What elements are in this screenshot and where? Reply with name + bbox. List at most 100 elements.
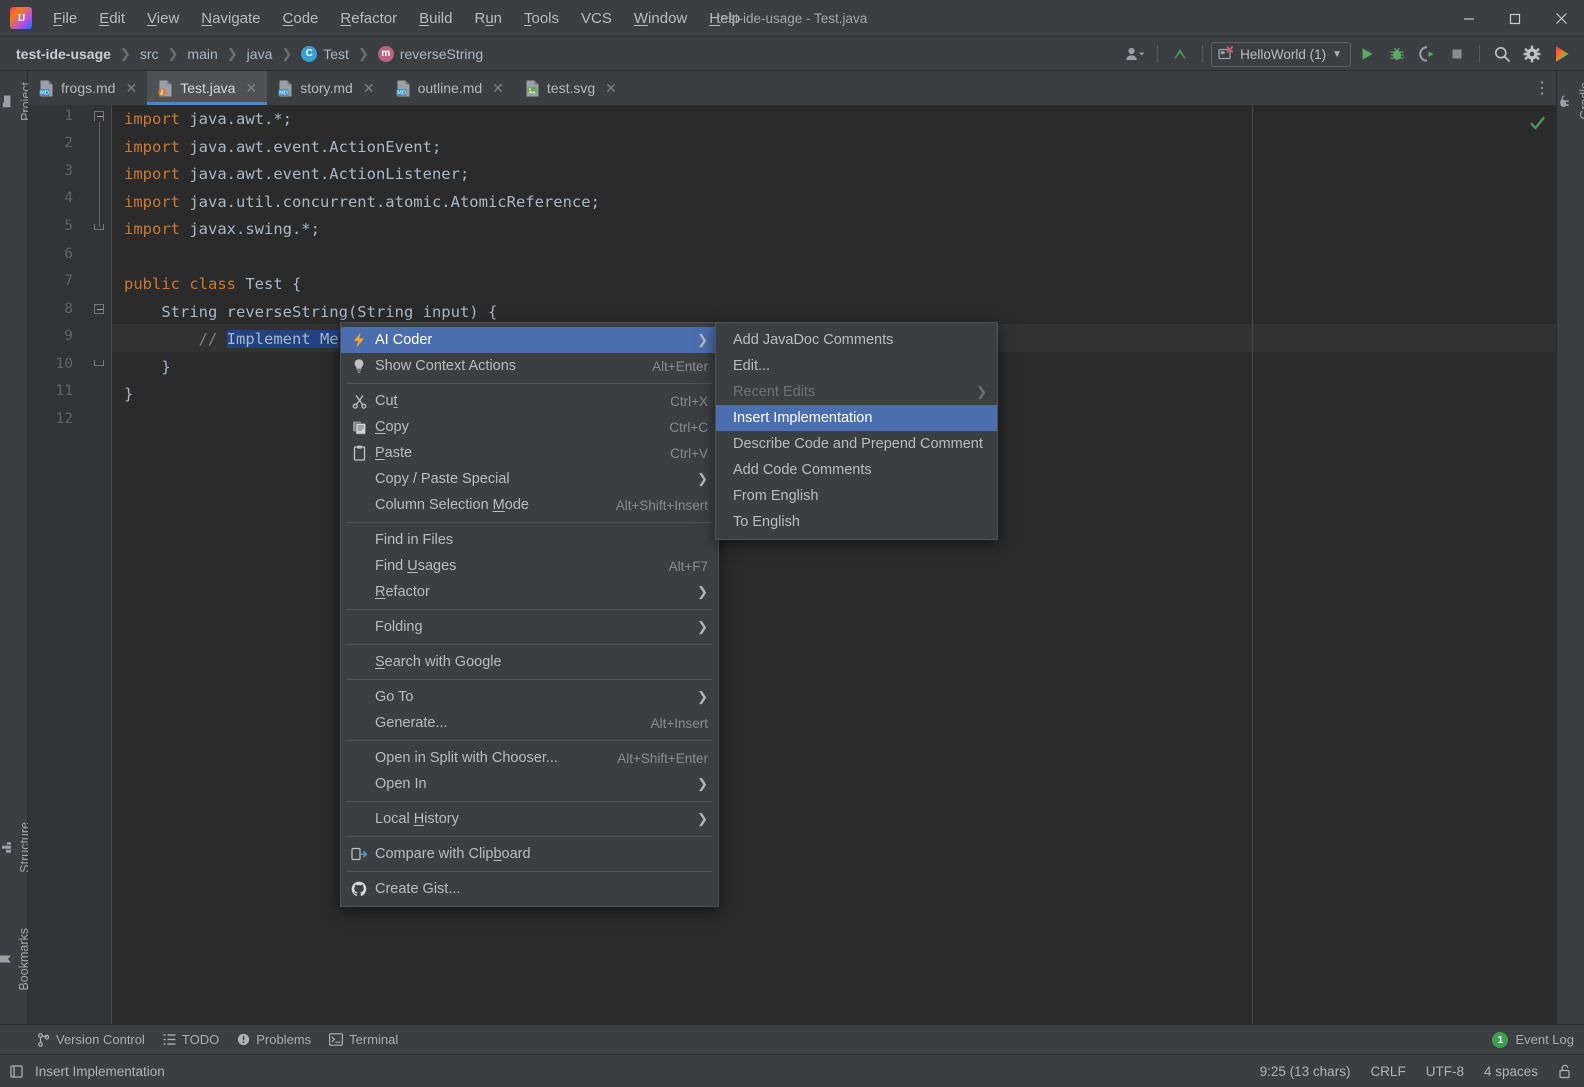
breadcrumb-class-test[interactable]: C Test [299,44,351,64]
inspection-status-ok-icon[interactable] [1529,115,1546,132]
editor-context-menu[interactable]: AI Coder ❯ Show Context Actions Alt+Ente… [340,322,719,907]
submenu-item-edit[interactable]: Edit... [716,353,997,379]
sidebar-item-gradle[interactable]: Gradle [1557,75,1584,127]
breadcrumb-main[interactable]: main [185,44,219,64]
submenu-item-describe-code-and-prepend-comment[interactable]: Describe Code and Prepend Comment [716,431,997,457]
breadcrumb-method-reversestring[interactable]: m reverseString [376,44,485,64]
editor-tab-test-svg[interactable]: test.svg ✕ [514,71,627,105]
context-menu-item-cut[interactable]: Cut Ctrl+X [341,388,718,414]
sidebar-item-bookmarks[interactable]: Bookmarks [0,921,28,998]
line-separator[interactable]: CRLF [1370,1064,1405,1079]
context-menu-item-go-to[interactable]: Go To ❯ [341,684,718,710]
editor-gutter[interactable]: 1 2 3 4 5 6 7 8 9 10 11 12 [28,105,112,1024]
submenu-label: To English [733,514,987,530]
sidebar-item-project[interactable]: Project [0,75,28,128]
close-button[interactable] [1538,0,1584,37]
run-icon[interactable] [1353,41,1381,67]
context-menu-item-find-usages[interactable]: Find Usages Alt+F7 [341,553,718,579]
menu-edit[interactable]: Edit [88,6,136,31]
submenu-item-to-english[interactable]: To English [716,509,997,535]
problems-icon [237,1033,250,1046]
run-configuration-selector[interactable]: HelloWorld (1) ▼ [1211,42,1351,67]
fold-marker-imports[interactable] [94,111,105,122]
user-account-icon[interactable] [1121,41,1149,67]
code-editor[interactable]: 1 2 3 4 5 6 7 8 9 10 11 12 import java.a… [28,105,1556,1024]
menu-run[interactable]: Run [463,6,513,31]
menu-refactor[interactable]: Refactor [329,6,408,31]
memory-indicator-icon[interactable] [10,1064,25,1079]
fold-marker-method-end[interactable] [94,360,105,371]
close-tab-icon[interactable]: ✕ [363,80,375,97]
stop-icon[interactable] [1443,41,1471,67]
ai-assistant-icon[interactable] [1548,41,1576,67]
context-menu-item-ai-coder[interactable]: AI Coder ❯ [341,327,718,353]
menu-tools[interactable]: Tools [513,6,570,31]
menu-view[interactable]: View [136,6,190,31]
update-project-icon[interactable] [1166,41,1194,67]
context-menu-item-local-history[interactable]: Local History ❯ [341,806,718,832]
editor-tab-frogs-md[interactable]: MD frogs.md ✕ [28,71,147,105]
context-menu-item-copy-paste-special[interactable]: Copy / Paste Special ❯ [341,466,718,492]
markdown-file-icon: MD [396,80,411,97]
file-encoding[interactable]: UTF-8 [1426,1064,1464,1079]
breadcrumb-src[interactable]: src [138,44,161,64]
search-everywhere-icon[interactable] [1488,41,1516,67]
menu-code[interactable]: Code [272,6,330,31]
menu-navigate[interactable]: Navigate [190,6,271,31]
context-menu-separator [347,740,712,741]
indent-setting[interactable]: 4 spaces [1484,1064,1538,1079]
breadcrumb-java[interactable]: java [245,44,275,64]
line-number: 7 [43,273,73,289]
context-menu-item-refactor[interactable]: Refactor ❯ [341,579,718,605]
tool-window-version-control[interactable]: Version Control [28,1029,154,1050]
context-menu-item-show-context-actions[interactable]: Show Context Actions Alt+Enter [341,353,718,379]
editor-tab-outline-md[interactable]: MD outline.md ✕ [385,71,514,105]
close-tab-icon[interactable]: ✕ [125,80,137,97]
editor-tabs-options-icon[interactable]: ⋮ [1528,71,1556,105]
submenu-item-from-english[interactable]: From English [716,483,997,509]
unlocked-icon[interactable] [1558,1064,1572,1079]
submenu-item-insert-implementation[interactable]: Insert Implementation [716,405,997,431]
editor-tab-test-java[interactable]: Test.java ✕ [147,71,267,105]
menu-window[interactable]: Window [623,6,698,31]
context-menu-item-create-gist[interactable]: Create Gist... [341,876,718,902]
tool-window-problems[interactable]: Problems [228,1029,320,1050]
context-menu-item-open-in-split-with-chooser[interactable]: Open in Split with Chooser... Alt+Shift+… [341,745,718,771]
context-menu-item-search-with-google[interactable]: Search with Google [341,649,718,675]
context-menu-item-generate[interactable]: Generate... Alt+Insert [341,710,718,736]
debug-icon[interactable] [1383,41,1411,67]
submenu-item-add-javadoc-comments[interactable]: Add JavaDoc Comments [716,327,997,353]
minimize-button[interactable] [1446,0,1492,37]
close-tab-icon[interactable]: ✕ [492,80,504,97]
fold-marker-method[interactable] [94,304,105,315]
submenu-item-add-code-comments[interactable]: Add Code Comments [716,457,997,483]
breadcrumb-separator-icon: ❯ [113,46,138,62]
menu-vcs[interactable]: VCS [570,6,623,31]
context-menu-item-folding[interactable]: Folding ❯ [341,614,718,640]
breadcrumb-project[interactable]: test-ide-usage [14,44,113,64]
maximize-button[interactable] [1492,0,1538,37]
context-menu-item-find-in-files[interactable]: Find in Files [341,527,718,553]
context-menu-item-paste[interactable]: Paste Ctrl+V [341,440,718,466]
main-toolbar: HelloWorld (1) ▼ [1121,37,1576,71]
context-menu-item-column-selection-mode[interactable]: Column Selection Mode Alt+Shift+Insert [341,492,718,518]
tool-window-todo[interactable]: TODO [154,1029,228,1050]
caret-position[interactable]: 9:25 (13 chars) [1260,1064,1351,1079]
editor-tab-story-md[interactable]: MD story.md ✕ [267,71,384,105]
context-menu-item-copy[interactable]: Copy Ctrl+C [341,414,718,440]
tool-window-terminal[interactable]: Terminal [320,1029,407,1050]
context-menu-label: Generate... [375,715,633,731]
close-tab-icon[interactable]: ✕ [605,80,617,97]
close-tab-icon[interactable]: ✕ [245,80,257,97]
event-log-button[interactable]: 1 Event Log [1492,1032,1574,1048]
context-menu-item-compare-with-clipboard[interactable]: Compare with Clipboard [341,841,718,867]
code-content[interactable]: import java.awt.*; import java.awt.event… [112,105,1556,1024]
menu-build[interactable]: Build [408,6,463,31]
sidebar-item-structure[interactable]: Structure [0,815,28,880]
ai-coder-submenu[interactable]: Add JavaDoc Comments Edit... Recent Edit… [715,322,998,540]
run-with-coverage-icon[interactable] [1413,41,1441,67]
chevron-down-icon: ▼ [1332,49,1342,60]
menu-file[interactable]: File [42,6,88,31]
context-menu-item-open-in[interactable]: Open In ❯ [341,771,718,797]
settings-gear-icon[interactable] [1518,41,1546,67]
